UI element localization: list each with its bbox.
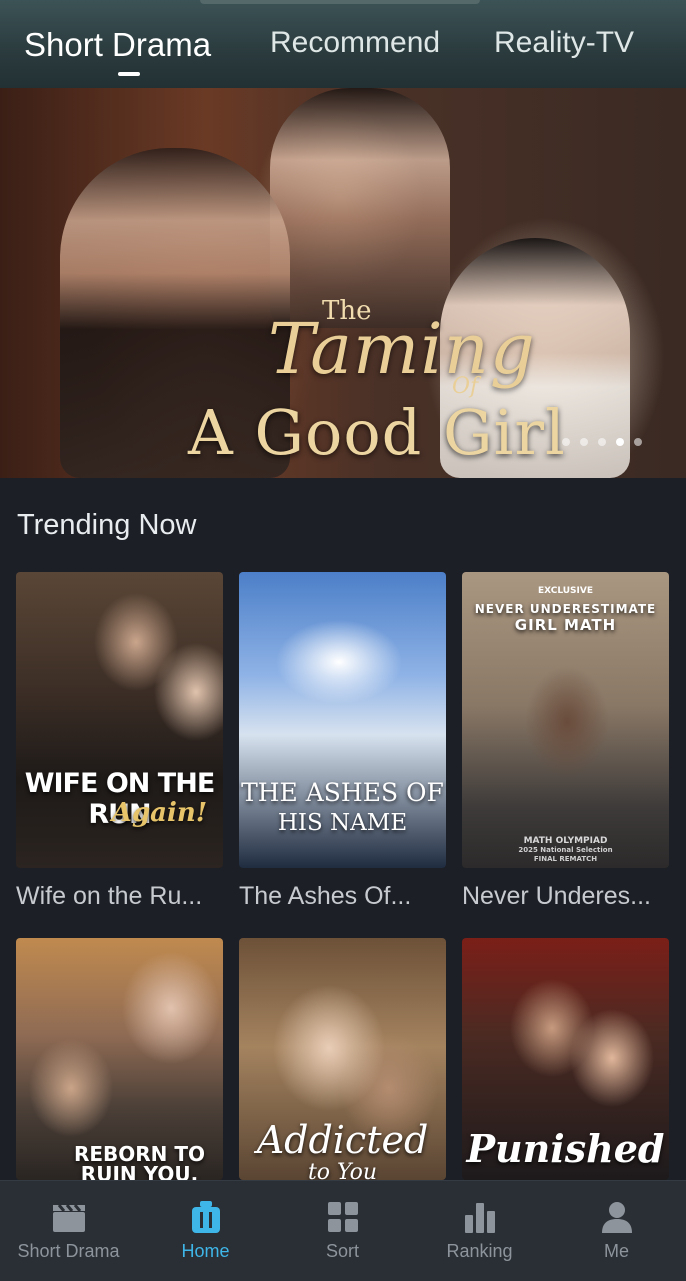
status-notch <box>200 0 480 4</box>
tab-short-drama[interactable]: Short Drama <box>24 26 211 64</box>
person-icon <box>601 1202 632 1233</box>
poster-subtitle: RUIN YOU. <box>80 1162 199 1180</box>
nav-ranking[interactable]: Ranking <box>411 1181 548 1281</box>
trending-heading: Trending Now <box>17 509 197 541</box>
hero-title-taming: Taming <box>268 308 536 390</box>
poster-title: THE ASHES OF <box>241 778 444 807</box>
drama-poster[interactable]: THE ASHES OF HIS NAME <box>239 572 446 868</box>
nav-label: Me <box>603 1241 629 1261</box>
poster-title: NEVER UNDERESTIMATE <box>474 602 657 616</box>
drama-title[interactable]: Never Underes... <box>462 882 669 911</box>
hero-banner[interactable]: The Taming Of A Good Girl <box>0 88 686 478</box>
nav-label: Sort <box>325 1241 359 1261</box>
poster-title: Addicted <box>256 1118 429 1162</box>
drama-card[interactable]: Punished <box>462 938 669 1180</box>
carousel-dot[interactable] <box>598 438 606 446</box>
hero-title-main: A Good Girl <box>188 396 566 469</box>
poster-footer-2: 2025 National Selection <box>518 846 613 854</box>
drama-poster[interactable]: EXCLUSIVE NEVER UNDERESTIMATE GIRL MATH … <box>462 572 669 868</box>
poster-footer-1: MATH OLYMPIAD <box>523 836 608 846</box>
hero-figure-couple <box>270 88 450 328</box>
poster-badge: EXCLUSIVE <box>537 586 594 596</box>
drama-card[interactable]: EXCLUSIVE NEVER UNDERESTIMATE GIRL MATH … <box>462 572 669 911</box>
top-tab-bar: Short Drama Recommend Reality-TV <box>0 0 686 90</box>
poster-subtitle: HIS NAME <box>277 810 408 836</box>
drama-poster[interactable]: Addicted to You <box>239 938 446 1180</box>
drama-poster[interactable]: REBORN TO RUIN YOU. <box>16 938 223 1180</box>
poster-subtitle: to You <box>307 1160 378 1180</box>
poster-subtitle: Again! <box>111 798 208 828</box>
carousel-dot-active[interactable] <box>616 438 624 446</box>
drama-card[interactable]: WIFE ON THE RUN Again! Wife on the Ru... <box>16 572 223 911</box>
tab-recommend[interactable]: Recommend <box>270 26 440 60</box>
carousel-dot[interactable] <box>634 438 642 446</box>
clapperboard-icon <box>52 1204 85 1232</box>
poster-subtitle: GIRL MATH <box>514 616 617 634</box>
poster-title: Punished <box>466 1126 665 1171</box>
tab-reality-tv[interactable]: Reality-TV <box>494 26 634 60</box>
drama-title[interactable]: Wife on the Ru... <box>16 882 223 911</box>
drama-card[interactable]: Addicted to You <box>239 938 446 1180</box>
carousel-dot[interactable] <box>580 438 588 446</box>
bottom-nav-bar: Short Drama Home Sort Ranking Me <box>0 1180 686 1281</box>
nav-home[interactable]: Home <box>137 1181 274 1281</box>
drama-card[interactable]: REBORN TO RUIN YOU. <box>16 938 223 1180</box>
drama-card[interactable]: THE ASHES OF HIS NAME The Ashes Of... <box>239 572 446 911</box>
drama-poster[interactable]: WIFE ON THE RUN Again! <box>16 572 223 868</box>
nav-short-drama[interactable]: Short Drama <box>0 1181 137 1281</box>
nav-label: Short Drama <box>17 1241 120 1261</box>
poster-footer-3: FINAL REMATCH <box>533 855 598 863</box>
nav-label: Ranking <box>446 1241 513 1261</box>
drama-poster[interactable]: Punished <box>462 938 669 1180</box>
grid-icon <box>327 1202 358 1232</box>
drama-title[interactable]: The Ashes Of... <box>239 882 446 911</box>
nav-sort[interactable]: Sort <box>274 1181 411 1281</box>
nav-me[interactable]: Me <box>548 1181 685 1281</box>
tv-icon <box>191 1201 220 1233</box>
bar-chart-icon <box>464 1203 495 1233</box>
active-tab-indicator <box>118 72 140 76</box>
nav-label: Home <box>181 1241 230 1261</box>
carousel-dot[interactable] <box>562 438 570 446</box>
carousel-dots[interactable] <box>562 438 642 446</box>
